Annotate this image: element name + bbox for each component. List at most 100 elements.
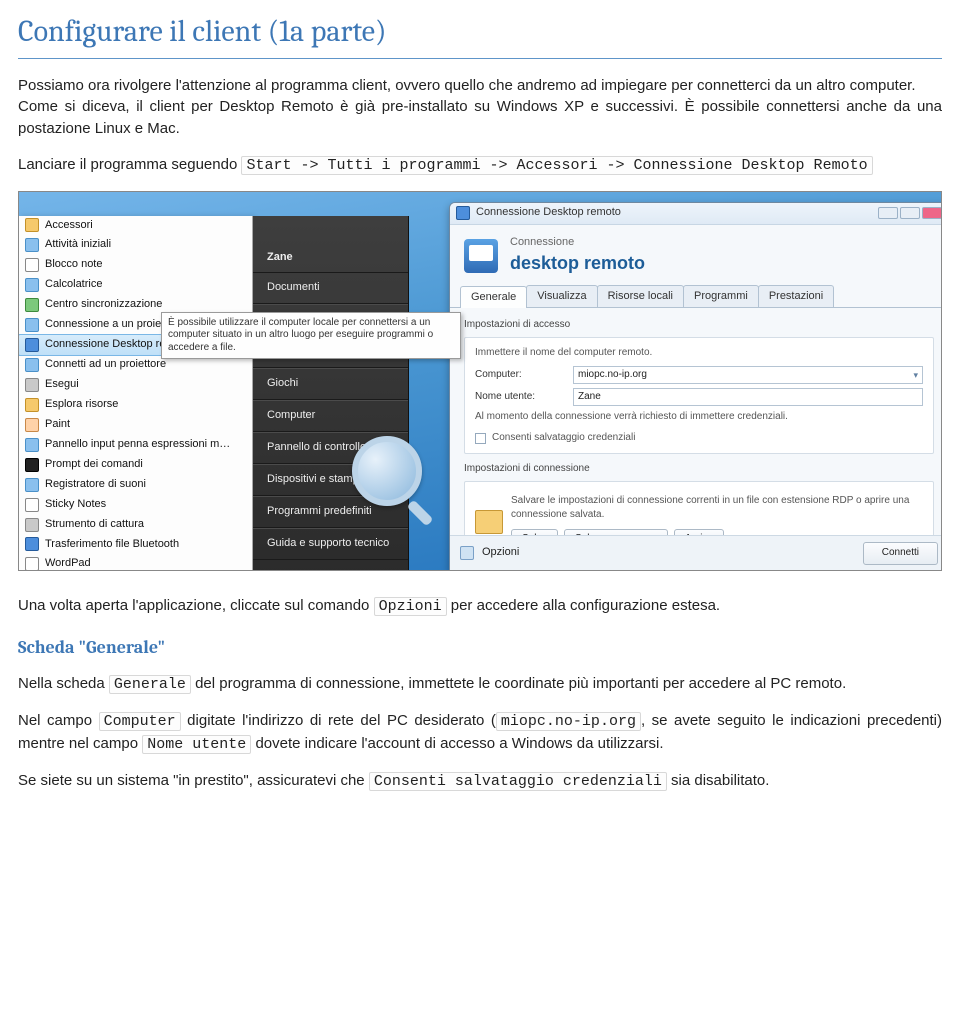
start-item-label: Pannello input penna espressioni m… <box>45 437 230 453</box>
sec2-p3-a: Se siete su un sistema "in prestito", as… <box>18 772 369 789</box>
launch-path-kbd: Start -> Tutti i programmi -> Accessori … <box>241 156 872 175</box>
after-shot-suffix: per accedere alla configurazione estesa. <box>451 597 720 614</box>
tab-prestazioni[interactable]: Prestazioni <box>758 285 834 308</box>
tooltip: È possibile utilizzare il computer local… <box>161 312 461 360</box>
program-icon <box>25 438 39 452</box>
start-item-label: Centro sincronizzazione <box>45 297 162 313</box>
start-item[interactable]: Registratore di suoni <box>19 475 252 495</box>
start-item[interactable]: Pannello input penna espressioni m… <box>19 435 252 455</box>
dialog-header-small: Connessione <box>510 235 645 251</box>
connect-button[interactable]: Connetti <box>863 542 938 565</box>
launch-instruction: Lanciare il programma seguendo Start -> … <box>18 154 942 177</box>
rdc-icon <box>464 239 498 273</box>
minimize-icon[interactable] <box>878 207 898 219</box>
screenshot: Accessori Attività inizialiBlocco note Ca… <box>18 191 942 571</box>
start-place-item[interactable]: Computer <box>253 400 408 432</box>
username-value: Zane <box>578 390 601 405</box>
program-icon <box>25 338 39 352</box>
maximize-icon[interactable] <box>900 207 920 219</box>
start-item-label: WordPad <box>45 556 91 570</box>
start-folder-label: Accessori <box>45 218 93 234</box>
sec2-p1: Nella scheda Generale del programma di c… <box>18 673 942 696</box>
program-icon <box>25 358 39 372</box>
cred-hint: Al momento della connessione verrà richi… <box>475 410 923 425</box>
tab-programmi[interactable]: Programmi <box>683 285 759 308</box>
start-item[interactable]: Strumento di cattura <box>19 515 252 535</box>
start-menu-programs: Accessori Attività inizialiBlocco note Ca… <box>19 216 253 571</box>
conn-group-title: Impostazioni di connessione <box>464 462 934 477</box>
save-cred-checkbox[interactable]: Consenti salvataggio credenziali <box>475 431 923 446</box>
program-icon <box>25 298 39 312</box>
launch-prefix: Lanciare il programma seguendo <box>18 156 241 173</box>
start-user-label: Zane <box>267 250 293 266</box>
start-folder-accessori[interactable]: Accessori <box>19 216 252 236</box>
save-cred-label: Consenti salvataggio credenziali <box>492 431 635 446</box>
start-item-label: Calcolatrice <box>45 277 102 293</box>
dialog-tabs: GeneraleVisualizzaRisorse localiProgramm… <box>450 285 942 309</box>
start-place-item[interactable]: Giochi <box>253 368 408 400</box>
start-item[interactable]: WordPad <box>19 554 252 570</box>
start-item-label: Esplora risorse <box>45 397 118 413</box>
username-field[interactable]: Zane <box>573 388 923 406</box>
program-icon <box>25 458 39 472</box>
login-group-title: Impostazioni di accesso <box>464 318 934 333</box>
program-icon <box>25 557 39 570</box>
chevron-down-icon: ▾ <box>913 369 918 382</box>
program-icon <box>25 378 39 392</box>
start-place-item[interactable]: Guida e supporto tecnico <box>253 528 408 560</box>
start-item[interactable]: Trasferimento file Bluetooth <box>19 535 252 555</box>
folder-icon <box>475 510 503 534</box>
start-item-label: Strumento di cattura <box>45 517 144 533</box>
tab-risorse-locali[interactable]: Risorse locali <box>597 285 684 308</box>
program-icon <box>25 398 39 412</box>
start-item-label: Sticky Notes <box>45 497 106 513</box>
start-item[interactable]: Prompt dei comandi <box>19 455 252 475</box>
start-item[interactable]: Blocco note <box>19 255 252 275</box>
start-user[interactable]: Zane <box>253 220 408 274</box>
page-title: Configurare il client (1a parte) <box>18 10 942 59</box>
computer-field[interactable]: miopc.no-ip.org ▾ <box>573 366 923 384</box>
start-item[interactable]: Calcolatrice <box>19 275 252 295</box>
program-icon <box>25 537 39 551</box>
start-item-label: Trasferimento file Bluetooth <box>45 537 179 553</box>
start-item[interactable]: Sticky Notes <box>19 495 252 515</box>
rdc-small-icon <box>456 206 470 220</box>
computer-value: miopc.no-ip.org <box>578 368 647 383</box>
kbd-address: miopc.no-ip.org <box>496 712 641 731</box>
sec2-p1-a: Nella scheda <box>18 675 109 692</box>
start-item[interactable]: Esegui <box>19 375 252 395</box>
close-icon[interactable] <box>922 207 942 219</box>
program-icon <box>25 478 39 492</box>
dialog-titlebar[interactable]: Connessione Desktop remoto <box>450 203 942 225</box>
start-item-label: Paint <box>45 417 70 433</box>
start-item[interactable]: Paint <box>19 415 252 435</box>
sec2-p2-b: digitate l'indirizzo di rete del PC desi… <box>187 712 496 729</box>
folder-icon <box>25 218 39 232</box>
after-shot-paragraph: Una volta aperta l'applicazione, cliccat… <box>18 595 942 618</box>
rdc-dialog: Connessione Desktop remoto Connessione d… <box>449 202 942 571</box>
computer-label: Computer: <box>475 368 565 383</box>
options-button[interactable]: Opzioni <box>482 545 519 561</box>
sec2-p1-b: del programma di connessione, immettete … <box>195 675 846 692</box>
tab-visualizza[interactable]: Visualizza <box>526 285 597 308</box>
start-item[interactable]: Attività iniziali <box>19 235 252 255</box>
program-icon <box>25 238 39 252</box>
start-place-item[interactable]: Documenti <box>253 273 408 304</box>
program-icon <box>25 518 39 532</box>
start-item[interactable]: Esplora risorse <box>19 395 252 415</box>
sec2-p2-d: dovete indicare l'account di accesso a W… <box>255 735 663 752</box>
section2-title: Scheda "Generale" <box>18 635 942 661</box>
start-item-label: Connetti ad un proiettore <box>45 357 166 373</box>
kbd-computer: Computer <box>99 712 181 731</box>
checkbox-icon <box>475 433 486 444</box>
intro-paragraph: Possiamo ora rivolgere l'attenzione al p… <box>18 75 942 140</box>
kbd-consenti: Consenti salvataggio credenziali <box>369 772 667 791</box>
program-icon <box>25 498 39 512</box>
username-label: Nome utente: <box>475 390 565 405</box>
dialog-header: Connessione desktop remoto <box>450 225 942 285</box>
start-item-label: Prompt dei comandi <box>45 457 143 473</box>
tab-generale[interactable]: Generale <box>460 286 527 309</box>
dialog-title: Connessione Desktop remoto <box>476 205 621 221</box>
conn-hint: Salvare le impostazioni di connessione c… <box>511 494 923 523</box>
sec2-p3-b: sia disabilitato. <box>671 772 769 789</box>
